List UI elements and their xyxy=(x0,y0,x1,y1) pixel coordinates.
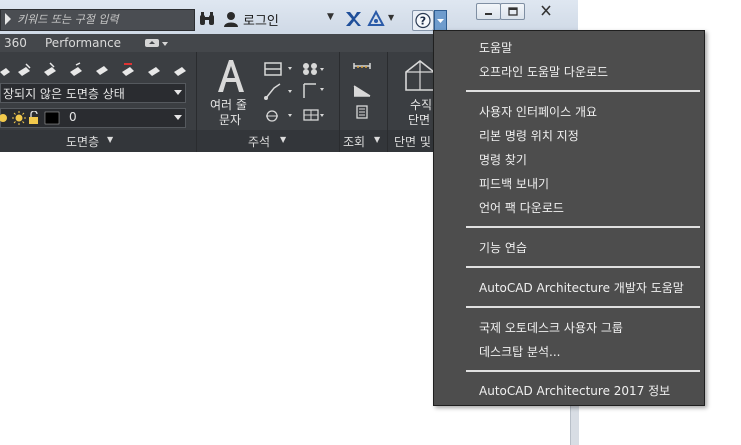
layer-status-icons xyxy=(0,111,60,125)
chevron-down-icon: ▼ xyxy=(107,135,114,144)
chevron-down-icon xyxy=(174,115,182,120)
chevron-down-icon xyxy=(174,90,182,95)
menu-item-user-group[interactable]: 국제 오토데스크 사용자 그룹 xyxy=(479,319,623,336)
close-icon xyxy=(541,5,551,16)
tab-performance[interactable]: Performance xyxy=(45,36,121,50)
inquiry-panel-title: 조회 xyxy=(343,135,366,149)
layer-state-value: 장되지 않은 도면층 상태 xyxy=(3,87,125,101)
section-panel-title: 단면 및 xyxy=(394,135,431,149)
menu-separator xyxy=(466,306,700,308)
menu-item-help[interactable]: 도움말 xyxy=(479,39,512,56)
layer-dropdown[interactable]: 0 xyxy=(0,108,186,128)
layer-tools-icon-row xyxy=(0,62,186,76)
vertical-section-label-line2[interactable]: 단면 xyxy=(408,111,430,128)
inquiry-panel-footer[interactable]: 조회 ▼ xyxy=(340,130,387,152)
a360-icon[interactable] xyxy=(367,10,385,28)
layers-panel-title: 도면층 xyxy=(66,135,100,149)
menu-item-about[interactable]: AutoCAD Architecture 2017 정보 xyxy=(479,382,670,399)
tab-360[interactable]: 360 xyxy=(4,36,27,50)
expand-arrow-icon[interactable] xyxy=(5,13,11,25)
chevron-down-icon: ▼ xyxy=(374,135,381,144)
annotation-tools-icons xyxy=(264,62,324,122)
multiline-text-label-line2[interactable]: 문자 xyxy=(219,111,241,128)
help-button[interactable]: ? xyxy=(412,10,434,31)
layers-panel-footer[interactable]: 도면층 ▼ xyxy=(0,130,196,152)
menu-item-locate-ribbon-command[interactable]: 리본 명령 위치 지정 xyxy=(479,127,579,144)
maximize-button[interactable] xyxy=(500,3,525,20)
exchange-apps-icon[interactable] xyxy=(344,10,362,28)
maximize-icon xyxy=(508,7,518,16)
search-input[interactable] xyxy=(17,11,189,28)
minimize-button[interactable] xyxy=(476,3,501,20)
login-label[interactable]: 로그인 xyxy=(243,10,279,29)
tab-overflow-icon[interactable] xyxy=(145,38,169,49)
menu-separator xyxy=(466,266,700,268)
chevron-down-icon: ▼ xyxy=(280,135,287,144)
multiline-text-icon[interactable] xyxy=(214,58,248,94)
svg-text:?: ? xyxy=(420,15,426,28)
user-icon[interactable] xyxy=(224,11,238,27)
menu-item-developer-help[interactable]: AutoCAD Architecture 개발자 도움말 xyxy=(479,279,684,296)
chevron-down-icon xyxy=(437,19,444,23)
menu-item-send-feedback[interactable]: 피드백 보내기 xyxy=(479,175,549,192)
annotation-panel-title: 주석 xyxy=(248,135,271,149)
chevron-down-icon[interactable]: ▼ xyxy=(327,12,334,22)
menu-item-download-language-pack[interactable]: 언어 팩 다운로드 xyxy=(479,199,564,216)
vertical-section-icon[interactable] xyxy=(403,58,437,94)
menu-separator xyxy=(466,370,700,372)
binoculars-icon[interactable] xyxy=(199,12,215,26)
section-panel-footer[interactable]: 단면 및 xyxy=(388,130,436,152)
menu-separator xyxy=(466,90,700,92)
help-icon: ? xyxy=(415,12,431,29)
minimize-icon xyxy=(485,13,492,15)
annotation-panel-footer[interactable]: 주석 ▼ xyxy=(197,130,339,152)
chevron-down-icon[interactable]: ▼ xyxy=(388,13,394,22)
menu-item-ui-overview[interactable]: 사용자 인터페이스 개요 xyxy=(479,103,597,120)
help-dropdown-button[interactable] xyxy=(434,10,447,31)
inquiry-tools-icons xyxy=(353,63,371,119)
menu-item-find-command[interactable]: 명령 찾기 xyxy=(479,151,527,168)
menu-item-desktop-analytics[interactable]: 데스크탑 분석... xyxy=(479,343,561,360)
menu-item-download-offline-help[interactable]: 오프라인 도움말 다운로드 xyxy=(479,63,608,80)
menu-item-feature-practice[interactable]: 기능 연습 xyxy=(479,239,527,256)
help-menu: 도움말 오프라인 도움말 다운로드 사용자 인터페이스 개요 리본 명령 위치 … xyxy=(433,30,705,406)
menu-separator xyxy=(466,226,700,228)
close-button[interactable] xyxy=(527,3,565,18)
layer-state-dropdown[interactable]: 장되지 않은 도면층 상태 xyxy=(0,83,186,103)
search-box xyxy=(0,9,195,31)
layer-value: 0 xyxy=(69,110,77,124)
